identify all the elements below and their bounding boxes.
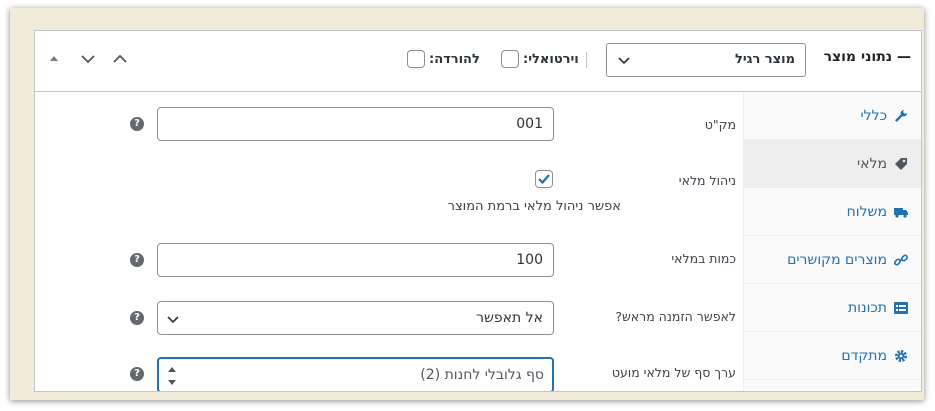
truck-icon	[894, 207, 908, 218]
checkmark-icon	[538, 174, 550, 185]
tab-shipping[interactable]: משלוח	[744, 188, 921, 236]
downloadable-label: להורדה:	[429, 51, 480, 67]
tab-attributes-label: תכונות	[847, 299, 887, 316]
quantity-value: 100	[516, 252, 543, 268]
tab-advanced[interactable]: מתקדם	[744, 332, 921, 380]
product-type-select[interactable]: מוצר רגיל	[606, 43, 806, 77]
low-stock-placeholder: סף גלובלי לחנות (2)	[420, 367, 544, 383]
screenshot-frame: נתוני מוצר — מוצר רגיל וירטואלי: להורדה:	[10, 8, 924, 400]
virtual-option[interactable]: וירטואלי:	[501, 49, 579, 69]
low-stock-input[interactable]: סף גלובלי לחנות (2)	[157, 357, 554, 391]
wrench-icon	[895, 109, 907, 122]
header-divider	[586, 52, 587, 68]
tab-inventory[interactable]: מלאי	[744, 140, 921, 188]
sku-value: 001	[516, 116, 543, 132]
quantity-label: כמות במלאי	[671, 251, 736, 266]
tab-general[interactable]: כללי	[744, 92, 921, 140]
tab-linked-products[interactable]: מוצרים מקושרים	[744, 236, 921, 284]
chevron-up-icon[interactable]	[112, 53, 128, 65]
sku-label: מק"ט	[704, 117, 736, 132]
chevron-down-icon	[167, 316, 179, 324]
product-type-value: מוצר רגיל	[734, 52, 795, 67]
tab-attributes[interactable]: תכונות	[744, 284, 921, 332]
sku-input[interactable]: 001	[157, 107, 554, 141]
backorders-value: אל תאפשר	[476, 310, 543, 326]
list-icon	[894, 301, 908, 314]
panel-header: נתוני מוצר — מוצר רגיל וירטואלי: להורדה:	[35, 31, 921, 92]
help-icon[interactable]: ?	[130, 367, 144, 381]
product-data-panel: נתוני מוצר — מוצר רגיל וירטואלי: להורדה:	[34, 30, 922, 392]
tab-shipping-label: משלוח	[846, 203, 887, 220]
tab-linked-products-label: מוצרים מקושרים	[787, 251, 887, 268]
manage-stock-description: אפשר ניהול מלאי ברמת המוצר	[447, 199, 621, 214]
gear-icon	[895, 349, 907, 362]
virtual-checkbox[interactable]	[501, 50, 519, 68]
tab-inventory-label: מלאי	[857, 155, 887, 172]
tab-general-label: כללי	[860, 107, 887, 124]
help-icon[interactable]: ?	[130, 117, 144, 131]
tag-icon	[895, 157, 907, 170]
product-data-tabs: כללי מלאי משלוח מוצרים מקושרים תכונות מת…	[743, 92, 921, 391]
low-stock-label: ערך סף של מלאי מועט	[611, 365, 736, 380]
panel-title: נתוני מוצר —	[823, 49, 911, 65]
backorders-select[interactable]: אל תאפשר	[157, 301, 554, 335]
virtual-label: וירטואלי:	[523, 51, 579, 67]
manage-stock-label: ניהול מלאי	[678, 173, 736, 188]
quantity-input[interactable]: 100	[157, 243, 554, 277]
number-spinner-icon[interactable]	[165, 361, 179, 391]
downloadable-option[interactable]: להורדה:	[407, 49, 480, 69]
downloadable-checkbox[interactable]	[407, 50, 425, 68]
help-icon[interactable]: ?	[130, 311, 144, 325]
move-top-icon[interactable]	[49, 53, 59, 63]
chevron-down-icon	[618, 57, 630, 65]
backorders-label: לאפשר הזמנה מראש?	[615, 309, 736, 324]
link-icon	[893, 253, 909, 266]
tab-advanced-label: מתקדם	[841, 347, 887, 364]
help-icon[interactable]: ?	[130, 253, 144, 267]
manage-stock-checkbox[interactable]	[535, 170, 553, 188]
chevron-down-icon[interactable]	[80, 53, 96, 65]
manage-stock-option[interactable]	[535, 170, 553, 192]
